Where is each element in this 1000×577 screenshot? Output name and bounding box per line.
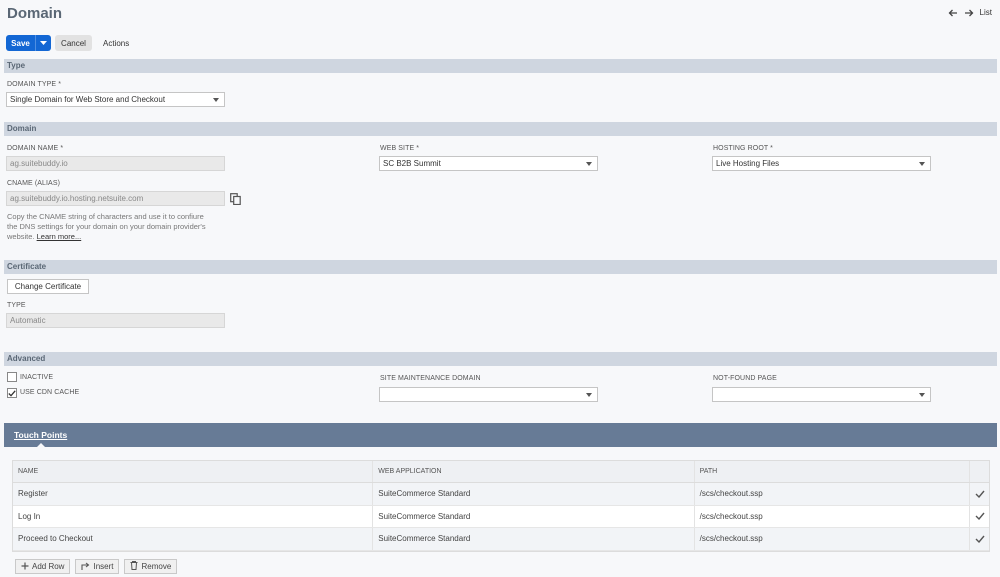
table-body: Register SuiteCommerce Standard /scs/che… [13, 483, 989, 551]
cell-web-application: SuiteCommerce Standard [373, 483, 695, 505]
inactive-checkbox[interactable] [7, 372, 17, 382]
maintenance-domain-select[interactable] [379, 387, 598, 402]
save-button-group: Save [6, 35, 51, 51]
insert-button[interactable]: Insert [75, 559, 120, 574]
cname-label: CNAME (ALIAS) [7, 180, 61, 187]
column-header-actions [970, 461, 989, 482]
website-label: WEB SITE * [380, 145, 420, 152]
cancel-button[interactable]: Cancel [55, 35, 92, 51]
next-record-icon[interactable] [964, 9, 974, 17]
table-actions: Add Row Insert Remove [15, 559, 178, 574]
cell-name: Log In [13, 505, 374, 527]
cell-path: /scs/checkout.ssp [695, 505, 971, 527]
tab-touch-points[interactable]: Touch Points [14, 430, 67, 440]
table-row[interactable]: Proceed to Checkout SuiteCommerce Standa… [13, 528, 989, 551]
cell-name: Proceed to Checkout [13, 528, 374, 550]
not-found-page-select[interactable] [712, 387, 931, 402]
insert-arrow-icon [81, 562, 90, 572]
column-header-path[interactable]: PATH [695, 461, 971, 482]
cname-field: ag.suitebuddy.io.hosting.netsuite.com [6, 191, 225, 206]
dropdown-arrow-icon [919, 393, 925, 397]
copy-icon[interactable] [230, 193, 241, 207]
dropdown-arrow-icon [919, 162, 925, 166]
chevron-down-icon [40, 40, 47, 45]
cell-path: /scs/checkout.ssp [695, 528, 971, 550]
remove-button[interactable]: Remove [124, 559, 178, 574]
certificate-type-field: Automatic [6, 313, 225, 328]
subtab-bar [4, 423, 997, 447]
domain-type-select[interactable]: Single Domain for Web Store and Checkout [6, 92, 225, 107]
domain-type-label: DOMAIN TYPE * [7, 81, 62, 88]
add-row-button[interactable]: Add Row [15, 559, 71, 574]
certificate-type-label: TYPE [7, 302, 26, 309]
website-value: SC B2B Summit [383, 159, 441, 168]
row-check-icon[interactable] [970, 528, 989, 550]
section-domain-header[interactable]: Domain [4, 122, 997, 136]
active-tab-indicator [37, 443, 45, 447]
cell-path: /scs/checkout.ssp [695, 483, 971, 505]
record-navigation: List [948, 8, 992, 17]
checkmark-icon [8, 389, 16, 397]
column-header-name[interactable]: NAME [13, 461, 374, 482]
remove-label: Remove [141, 562, 172, 571]
domain-type-value: Single Domain for Web Store and Checkout [10, 95, 166, 104]
learn-more-link[interactable]: Learn more... [37, 232, 82, 241]
maintenance-domain-label: SITE MAINTENANCE DOMAIN [380, 375, 481, 382]
inactive-label: INACTIVE [20, 374, 54, 381]
row-check-icon[interactable] [970, 483, 989, 505]
page-title: Domain [7, 5, 63, 22]
not-found-page-label: NOT-FOUND PAGE [713, 375, 777, 382]
actions-menu[interactable]: Actions [103, 39, 129, 48]
cname-help-text: Copy the CNAME string of characters and … [7, 212, 207, 242]
hosting-root-value: Live Hosting Files [716, 159, 780, 168]
dropdown-arrow-icon [586, 162, 592, 166]
trash-icon [130, 561, 138, 572]
table-row[interactable]: Register SuiteCommerce Standard /scs/che… [13, 483, 989, 506]
touch-points-table: NAME WEB APPLICATION PATH Register Suite… [12, 460, 990, 552]
insert-label: Insert [93, 562, 114, 571]
hosting-root-label: HOSTING ROOT * [713, 145, 773, 152]
cell-web-application: SuiteCommerce Standard [373, 505, 695, 527]
row-check-icon[interactable] [970, 506, 989, 528]
cell-web-application: SuiteCommerce Standard [373, 528, 695, 550]
add-row-label: Add Row [32, 562, 65, 571]
save-options-dropdown[interactable] [35, 35, 51, 51]
plus-icon [21, 562, 29, 572]
use-cdn-cache-label: USE CDN CACHE [20, 389, 80, 396]
domain-name-field: ag.suitebuddy.io [6, 156, 225, 171]
website-select[interactable]: SC B2B Summit [379, 156, 598, 171]
section-advanced-header[interactable]: Advanced [4, 352, 997, 366]
domain-name-label: DOMAIN NAME * [7, 145, 64, 152]
cell-name: Register [13, 483, 374, 505]
previous-record-icon[interactable] [948, 9, 958, 17]
save-button[interactable]: Save [6, 35, 35, 51]
table-row[interactable]: Log In SuiteCommerce Standard /scs/check… [13, 505, 989, 528]
use-cdn-cache-checkbox[interactable] [7, 388, 17, 398]
section-type-header[interactable]: Type [4, 59, 997, 73]
list-link[interactable]: List [980, 8, 992, 17]
column-header-web-application[interactable]: WEB APPLICATION [373, 461, 695, 482]
section-certificate-header[interactable]: Certificate [4, 260, 997, 274]
dropdown-arrow-icon [213, 98, 219, 102]
dropdown-arrow-icon [586, 393, 592, 397]
change-certificate-button[interactable]: Change Certificate [7, 279, 89, 294]
table-header: NAME WEB APPLICATION PATH [13, 461, 989, 483]
hosting-root-select[interactable]: Live Hosting Files [712, 156, 931, 171]
